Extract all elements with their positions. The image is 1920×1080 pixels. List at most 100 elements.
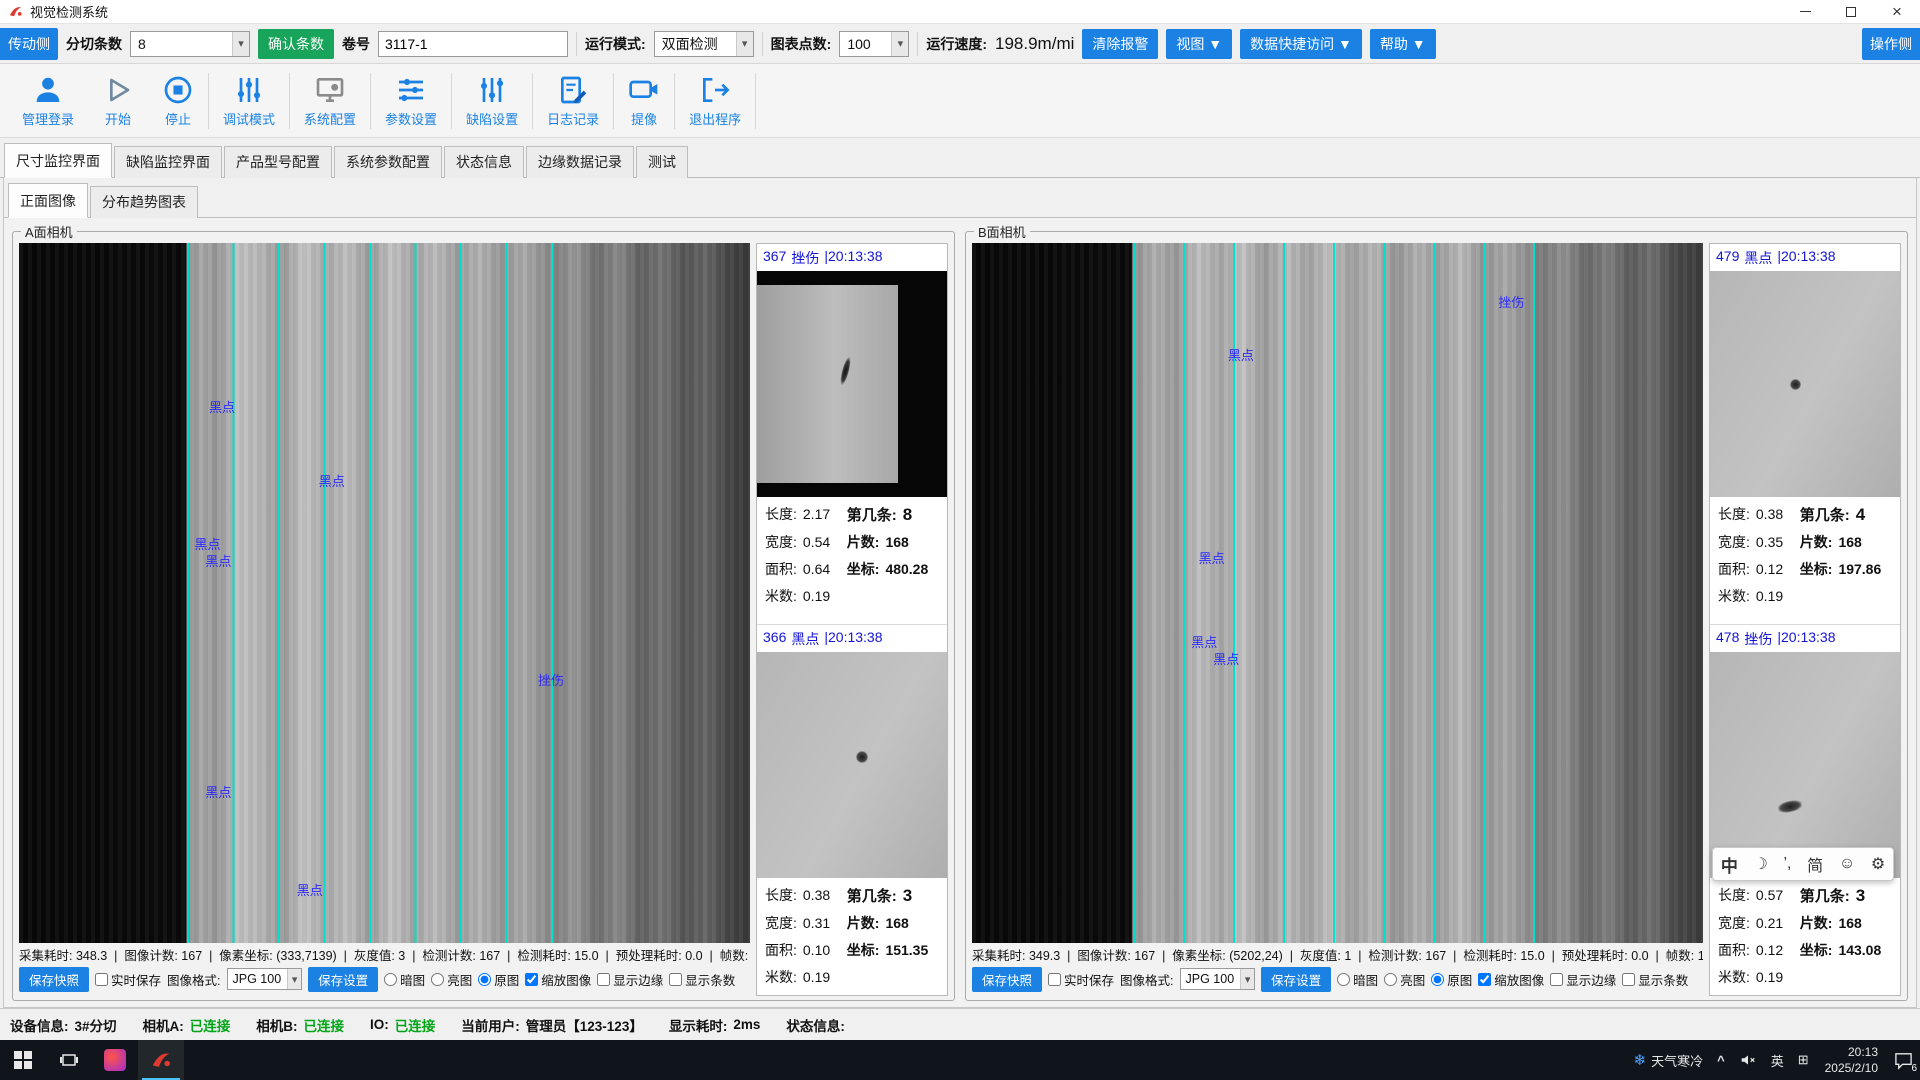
tab-test[interactable]: 测试: [636, 146, 688, 178]
subtab-front-image[interactable]: 正面图像: [8, 183, 88, 218]
original-image-input[interactable]: [1431, 973, 1444, 986]
help-menu-button[interactable]: 帮助 ▼: [1370, 29, 1436, 59]
log-record-button[interactable]: 日志记录: [533, 64, 613, 137]
image-format-value: JPG 100: [233, 972, 282, 986]
ime-simplified[interactable]: 简: [1807, 852, 1823, 876]
strip-label: 第几条:: [847, 504, 897, 525]
zoom-image-checkbox[interactable]: 缩放图像: [1478, 970, 1544, 989]
show-strips-checkbox[interactable]: 显示条数: [1622, 970, 1688, 989]
tab-status-info[interactable]: 状态信息: [444, 146, 524, 178]
parameter-settings-button[interactable]: 参数设置: [371, 64, 451, 137]
maximize-button[interactable]: [1828, 0, 1874, 23]
defect-settings-button[interactable]: 缺陷设置: [452, 64, 532, 137]
show-strips-input[interactable]: [1622, 973, 1635, 986]
realtime-save-input[interactable]: [95, 973, 108, 986]
start-button[interactable]: [0, 1040, 46, 1080]
emoji-icon[interactable]: ☺: [1839, 855, 1855, 873]
minimize-button[interactable]: [1782, 0, 1828, 23]
original-image-input[interactable]: [478, 973, 491, 986]
original-image-radio[interactable]: 原图: [478, 970, 519, 989]
close-button[interactable]: ×: [1874, 0, 1920, 23]
show-strips-checkbox[interactable]: 显示条数: [669, 970, 735, 989]
clear-alarm-button[interactable]: 清除报警: [1082, 29, 1158, 59]
save-settings-button[interactable]: 保存设置: [1261, 967, 1331, 992]
show-edges-input[interactable]: [597, 973, 610, 986]
defect-thumbnail[interactable]: [1710, 271, 1900, 497]
stop-button[interactable]: 停止: [148, 64, 208, 137]
dark-image-input[interactable]: [1337, 973, 1350, 986]
bright-image-input[interactable]: [1384, 973, 1397, 986]
roll-number-input[interactable]: [378, 31, 568, 57]
show-edges-checkbox[interactable]: 显示边缘: [1550, 970, 1616, 989]
image-format-select[interactable]: JPG 100▾: [227, 968, 303, 990]
gear-icon[interactable]: ⚙: [1871, 854, 1885, 874]
bright-image-radio[interactable]: 亮图: [1384, 970, 1425, 989]
save-settings-button[interactable]: 保存设置: [308, 967, 378, 992]
subtab-distribution-chart[interactable]: 分布趋势图表: [90, 186, 198, 218]
pieces-label: 片数:: [1800, 532, 1833, 552]
hidden-icons-button[interactable]: ^: [1710, 1040, 1732, 1080]
show-edges-label: 显示边缘: [1566, 970, 1616, 989]
ime-mode-chinese[interactable]: 中: [1721, 852, 1738, 877]
tab-edge-data-record[interactable]: 边缘数据记录: [526, 146, 634, 178]
view-menu-button[interactable]: 视图 ▼: [1166, 29, 1232, 59]
start-button[interactable]: 开始: [88, 64, 148, 137]
realtime-save-checkbox[interactable]: 实时保存: [1048, 970, 1114, 989]
realtime-save-checkbox[interactable]: 实时保存: [95, 970, 161, 989]
punctuation-icon[interactable]: ’,: [1783, 855, 1791, 873]
capture-image-button[interactable]: 提像: [614, 64, 674, 137]
zoom-image-input[interactable]: [1478, 973, 1491, 986]
action-center-button[interactable]: 6: [1887, 1040, 1920, 1080]
system-config-button[interactable]: 系统配置: [290, 64, 370, 137]
run-mode-select[interactable]: 双面检测 ▾: [654, 31, 754, 57]
zoom-image-input[interactable]: [525, 973, 538, 986]
dark-image-radio[interactable]: 暗图: [1337, 970, 1378, 989]
dark-image-radio[interactable]: 暗图: [384, 970, 425, 989]
confirm-count-button[interactable]: 确认条数: [258, 29, 334, 59]
volume-button[interactable]: [1732, 1040, 1764, 1080]
chart-points-select[interactable]: 100 ▾: [839, 31, 909, 57]
show-edges-checkbox[interactable]: 显示边缘: [597, 970, 663, 989]
dark-image-input[interactable]: [384, 973, 397, 986]
defect-thumbnail[interactable]: [757, 271, 947, 497]
camera-a-status-label: 相机A:: [143, 1015, 184, 1035]
tab-product-model-config[interactable]: 产品型号配置: [224, 146, 332, 178]
task-view-button[interactable]: [46, 1040, 92, 1080]
tab-size-monitor[interactable]: 尺寸监控界面: [4, 143, 112, 178]
save-snapshot-button[interactable]: 保存快照: [19, 967, 89, 992]
debug-mode-button[interactable]: 调试模式: [209, 64, 289, 137]
admin-login-button[interactable]: 管理登录: [8, 64, 88, 137]
exit-program-button[interactable]: 退出程序: [675, 64, 755, 137]
moon-icon[interactable]: ☽: [1753, 854, 1767, 874]
data-quick-access-button[interactable]: 数据快捷访问 ▼: [1240, 29, 1362, 59]
operate-side-button[interactable]: 操作侧: [1862, 28, 1920, 60]
bright-image-radio[interactable]: 亮图: [431, 970, 472, 989]
input-language-button[interactable]: 英: [1764, 1040, 1791, 1080]
realtime-save-input[interactable]: [1048, 973, 1061, 986]
defect-thumbnail[interactable]: [757, 652, 947, 878]
pieces-value: 168: [885, 534, 908, 550]
ime-grid-button[interactable]: ⊞: [1791, 1040, 1816, 1080]
show-strips-input[interactable]: [669, 973, 682, 986]
user-icon: [32, 74, 64, 106]
save-snapshot-button[interactable]: 保存快照: [972, 967, 1042, 992]
weather-widget[interactable]: ❄ 天气寒冷: [1627, 1040, 1711, 1080]
taskbar-app-1[interactable]: [92, 1040, 138, 1080]
defect-overlay-label: 黑点: [1199, 548, 1225, 567]
show-strips-label: 显示条数: [1638, 970, 1688, 989]
length-label: 长度:: [765, 885, 797, 905]
clock[interactable]: 20:13 2025/2/10: [1816, 1040, 1887, 1080]
zoom-image-label: 缩放图像: [541, 970, 591, 989]
original-image-radio[interactable]: 原图: [1431, 970, 1472, 989]
tab-system-param-config[interactable]: 系统参数配置: [334, 146, 442, 178]
taskbar-app-vision-system[interactable]: [138, 1040, 184, 1080]
defect-thumbnail[interactable]: [1710, 652, 1900, 878]
drive-side-button[interactable]: 传动侧: [0, 28, 58, 60]
bright-image-input[interactable]: [431, 973, 444, 986]
slit-count-select[interactable]: 8 ▾: [130, 31, 250, 57]
image-format-select[interactable]: JPG 100▾: [1180, 968, 1256, 990]
zoom-image-checkbox[interactable]: 缩放图像: [525, 970, 591, 989]
tab-defect-monitor[interactable]: 缺陷监控界面: [114, 146, 222, 178]
icon-label: 停止: [165, 109, 191, 128]
show-edges-input[interactable]: [1550, 973, 1563, 986]
